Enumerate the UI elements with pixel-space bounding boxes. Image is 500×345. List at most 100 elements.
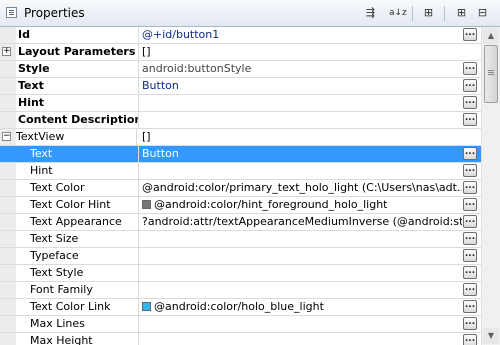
row-gutter [0, 197, 16, 213]
property-value[interactable] [142, 333, 462, 345]
property-name: Max Lines [16, 316, 139, 332]
property-name: Font Family [16, 282, 139, 298]
property-row[interactable]: Text Style... [0, 265, 481, 282]
row-gutter [0, 265, 16, 281]
expand-icon[interactable]: + [2, 47, 11, 56]
property-value-text: [] [142, 45, 151, 58]
color-swatch-icon [142, 302, 151, 311]
browse-button[interactable]: ... [463, 96, 477, 109]
property-value[interactable] [142, 316, 462, 332]
property-row[interactable]: Text Button... [0, 146, 481, 163]
property-value[interactable]: android:buttonStyle [142, 61, 462, 77]
sort-az-icon[interactable]: a↓z [389, 5, 407, 21]
browse-button[interactable]: ... [463, 266, 477, 279]
property-value[interactable] [142, 231, 462, 247]
property-row[interactable]: Style android:buttonStyle... [0, 61, 481, 78]
property-value-text: @android:color/hint_foreground_holo_ligh… [154, 198, 388, 211]
property-name: Text Color [16, 180, 139, 196]
properties-view-header: Properties ⇶ a↓z ⊞ ⊞ ⊟ [0, 0, 500, 27]
property-row[interactable]: Max Lines... [0, 316, 481, 333]
row-gutter [0, 112, 16, 128]
row-gutter [0, 299, 16, 315]
filter-icon[interactable]: ⇶ [362, 5, 379, 21]
property-row[interactable]: − TextView [] [0, 129, 481, 146]
property-row[interactable]: Font Family... [0, 282, 481, 299]
property-value[interactable] [142, 95, 462, 111]
property-row[interactable]: Text Color Link @android:color/holo_blue_… [0, 299, 481, 316]
browse-button[interactable]: ... [463, 198, 477, 211]
property-row[interactable]: Max Height... [0, 333, 481, 345]
browse-button[interactable]: ... [463, 300, 477, 313]
property-value-text: [] [142, 130, 151, 143]
property-value[interactable] [142, 282, 462, 298]
property-value-text: android:buttonStyle [142, 62, 252, 75]
scrollbar-thumb[interactable] [484, 45, 498, 103]
property-value[interactable]: Button [142, 78, 462, 94]
scroll-up-icon[interactable]: ▲ [483, 28, 499, 44]
property-row[interactable]: Text Color Hint @android:color/hint_foreg… [0, 197, 481, 214]
expand-all-icon[interactable]: ⊞ [453, 5, 470, 21]
property-value-text: Button [142, 79, 179, 92]
property-value[interactable]: [] [142, 44, 462, 60]
browse-button[interactable]: ... [463, 232, 477, 245]
collapse-all-icon[interactable]: ⊟ [474, 5, 491, 21]
property-sheet: Id @+id/button1... + Layout Parameters[] Sty… [0, 27, 481, 345]
browse-button[interactable]: ... [463, 62, 477, 75]
property-value-text: ?android:attr/textAppearanceMediumInvers… [142, 215, 462, 228]
browse-button[interactable]: ... [463, 215, 477, 228]
browse-button[interactable]: ... [463, 181, 477, 194]
browse-button[interactable]: ... [463, 317, 477, 330]
property-row[interactable]: Text Button... [0, 78, 481, 95]
property-name: Typeface [16, 248, 139, 264]
property-value-text: Button [142, 147, 179, 160]
color-swatch-icon [142, 200, 151, 209]
property-name: Content Description [18, 112, 139, 128]
property-row[interactable]: Text Size... [0, 231, 481, 248]
browse-button[interactable]: ... [463, 147, 477, 160]
property-name: TextView [16, 129, 137, 145]
property-value[interactable] [142, 248, 462, 264]
browse-button[interactable]: ... [463, 283, 477, 296]
browse-button[interactable]: ... [463, 334, 477, 345]
property-row[interactable]: Hint... [0, 163, 481, 180]
property-value[interactable]: [] [142, 129, 462, 145]
property-value[interactable]: Button [142, 146, 462, 162]
property-value[interactable] [142, 163, 462, 179]
property-name: Text Color Hint [16, 197, 139, 213]
view-title: Properties [24, 6, 85, 20]
property-value[interactable] [142, 265, 462, 281]
vertical-scrollbar[interactable]: ▲ ▼ [481, 27, 500, 345]
browse-button[interactable]: ... [463, 28, 477, 41]
browse-button[interactable]: ... [463, 113, 477, 126]
property-row[interactable]: Text Appearance ?android:attr/textAppeara… [0, 214, 481, 231]
browse-button[interactable]: ... [463, 249, 477, 262]
property-name: Max Height [16, 333, 139, 345]
row-gutter [0, 214, 16, 230]
property-value[interactable]: ?android:attr/textAppearanceMediumInvers… [142, 214, 462, 230]
property-row[interactable]: + Layout Parameters[] [0, 44, 481, 61]
property-value[interactable]: @android:color/primary_text_holo_light (… [142, 180, 462, 196]
collapse-icon[interactable]: − [2, 132, 11, 141]
property-value[interactable]: @+id/button1 [142, 27, 462, 43]
property-name: Text Size [16, 231, 139, 247]
browse-button[interactable]: ... [463, 79, 477, 92]
property-row[interactable]: Typeface... [0, 248, 481, 265]
property-name: Text Color Link [16, 299, 139, 315]
property-row[interactable]: Content Description... [0, 112, 481, 129]
row-gutter [0, 146, 16, 162]
row-gutter [0, 231, 16, 247]
property-row[interactable]: Id @+id/button1... [0, 27, 481, 44]
property-value[interactable]: @android:color/hint_foreground_holo_ligh… [142, 197, 462, 213]
advanced-icon[interactable]: ⊞ [420, 5, 437, 21]
toolbar-separator [412, 6, 413, 21]
scroll-down-icon[interactable]: ▼ [483, 328, 499, 344]
property-value-text: @+id/button1 [142, 28, 220, 41]
property-value[interactable] [142, 112, 462, 128]
property-value[interactable]: @android:color/holo_blue_light [142, 299, 462, 315]
browse-button[interactable]: ... [463, 164, 477, 177]
property-name: Text [18, 78, 139, 94]
row-gutter [0, 248, 16, 264]
property-row[interactable]: Text Color @android:color/primary_text_ho… [0, 180, 481, 197]
property-row[interactable]: Hint... [0, 95, 481, 112]
properties-view-icon [6, 7, 17, 18]
